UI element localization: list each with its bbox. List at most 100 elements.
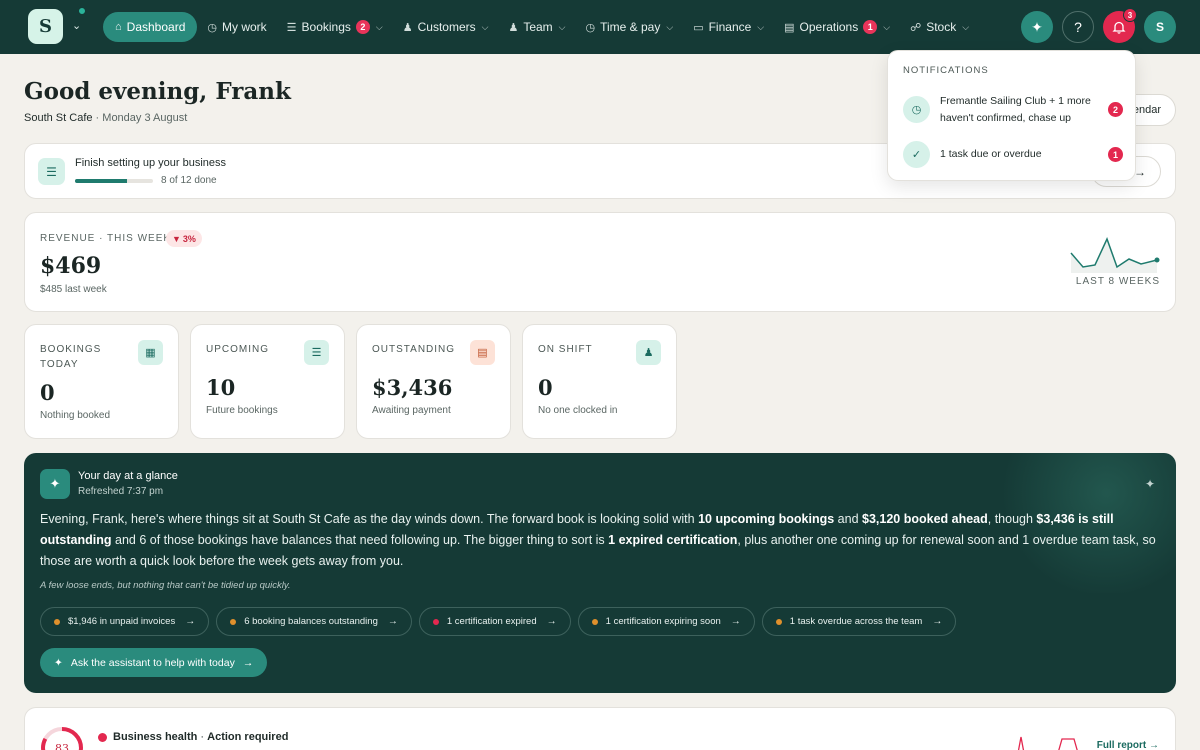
status-dot [775,618,782,625]
chip-label: 1 task overdue across the team [789,616,923,627]
chip-booking-balances[interactable]: 6 booking balances outstanding → [216,607,412,636]
bookings-count-badge: 2 [355,20,370,34]
sparkle-icon: ✦ [1031,18,1043,35]
calendar-icon: ▦ [138,340,163,365]
stat-card-bookings-today[interactable]: BOOKINGS TODAY ▦ 0 Nothing booked [24,324,179,439]
notifications-button[interactable]: 3 [1103,8,1137,43]
help-button[interactable]: ? [1062,11,1094,43]
notification-text: Fremantle Sailing Club + 1 more haven't … [940,95,1091,124]
nav-menu: ⌂ Dashboard ◷ My work ☰ Bookings 2 ⌵ ♟ C… [103,12,979,42]
ask-assistant-button[interactable]: ✦ Ask the assistant to help with today → [40,648,268,677]
business-switcher-chevron-icon[interactable]: ⌄ [72,19,81,32]
stat-value: 10 [206,375,236,400]
chip-unpaid-invoices[interactable]: $1,946 in unpaid invoices → [40,607,210,636]
top-nav: S ⌄ ⌂ Dashboard ◷ My work ☰ Bookings 2 ⌵… [0,0,1200,54]
day-at-a-glance-card: ✦ Your day at a glance Refreshed 7:37 pm… [24,453,1176,693]
notifications-heading: NOTIFICATIONS [903,65,989,76]
setup-title: Finish setting up your business [75,157,227,169]
invoice-icon: ▤ [470,340,495,365]
notification-count-badge: 1 [1108,147,1123,162]
check-icon: ✓ [903,141,930,168]
notification-item[interactable]: ✓ 1 task due or overdue 1 [903,141,1123,169]
online-status-dot [78,7,86,15]
nav-item-label: Dashboard [126,20,186,34]
nav-item-label: Time & pay [600,20,661,34]
arrow-right-icon: → [932,616,943,627]
page-subtitle: South St Cafe · Monday 3 August [24,112,188,124]
nav-item-bookings[interactable]: ☰ Bookings 2 ⌵ [277,12,393,42]
notification-count-badge: 2 [1108,102,1123,117]
stat-card-upcoming[interactable]: UPCOMING ☰ 10 Future bookings [190,324,345,439]
health-status: Business health · Action required [113,731,289,743]
business-name: South St Cafe [24,112,93,124]
operations-count-badge: 1 [863,20,878,34]
assistant-button[interactable]: ✦ [1021,11,1053,43]
revenue-card: REVENUE · THIS WEEK ▼ 3% $469 $485 last w… [24,212,1176,312]
stat-sub: Future bookings [206,405,278,416]
setup-progress-fill [75,179,127,183]
home-icon: ⌂ [115,21,122,33]
stat-label: ON SHIFT [538,344,593,355]
status-dot [54,618,60,625]
stat-sub: Awaiting payment [372,405,451,416]
nav-item-customers[interactable]: ♟ Customers ⌵ [393,12,499,42]
notifications-count-badge: 3 [1123,8,1137,22]
avatar[interactable]: S [1144,11,1176,43]
clock-icon: ◷ [207,21,217,34]
nav-item-dashboard[interactable]: ⌂ Dashboard [103,12,198,42]
full-report-link[interactable]: Full report → [1097,740,1159,750]
team-icon: ♟ [508,21,519,34]
clipboard-icon: ▤ [784,21,795,34]
summary-text: Evening, Frank, here's where things sit … [40,512,699,526]
notifications-popover: NOTIFICATIONS ◷ Fremantle Sailing Club +… [887,50,1136,181]
health-trend-sparkline [1018,736,1078,750]
chevron-down-icon: ⌵ [962,21,970,32]
glance-note: A few loose ends, but nothing that can't… [40,580,291,591]
stat-card-outstanding[interactable]: OUTSTANDING ▤ $3,436 Awaiting payment [356,324,511,439]
arrow-right-icon: → [242,656,254,669]
current-date: Monday 3 August [102,112,188,124]
help-icon: ? [1074,19,1082,35]
sparkle-icon: ✦ [40,469,70,499]
chip-label: $1,946 in unpaid invoices [68,616,176,627]
revenue-last-week: $485 last week [40,284,107,295]
stat-value: 0 [538,375,553,400]
arrow-right-icon: → [1149,740,1159,750]
regenerate-sparkle-icon[interactable]: ✦ [1145,477,1155,491]
logo-letter: S [39,16,52,37]
nav-item-label: Customers [417,20,476,34]
stat-sub: No one clocked in [538,405,618,416]
notification-item[interactable]: ◷ Fremantle Sailing Club + 1 more haven'… [903,95,1123,131]
revenue-value: $469 [40,253,102,279]
nav-item-finance[interactable]: ▭ Finance ⌵ [683,12,774,42]
arrow-right-icon: → [387,616,398,627]
chip-certification-expired[interactable]: 1 certification expired → [418,607,571,636]
stat-sub: Nothing booked [40,410,111,421]
arrow-down-icon: ▼ [172,233,181,244]
chip-certification-expiring[interactable]: 1 certification expiring soon → [577,607,755,636]
nav-item-team[interactable]: ♟ Team ⌵ [498,12,575,42]
nav-item-my-work[interactable]: ◷ My work [197,12,276,42]
full-report-label: Full report [1096,740,1147,750]
bell-icon [1112,21,1126,34]
status-dot [591,618,598,625]
stat-label: BOOKINGS TODAY [40,344,102,370]
business-health-card: 83 Business health · Action required Ful… [24,707,1176,750]
business-logo[interactable]: S [28,9,63,44]
nav-item-operations[interactable]: ▤ Operations 1 ⌵ [774,12,900,42]
status-dot [98,733,107,742]
health-score-value: 83 [55,742,69,750]
chevron-down-icon: ⌵ [558,21,566,32]
nav-item-stock[interactable]: ☍ Stock ⌵ [900,12,979,42]
nav-item-time-pay[interactable]: ◷ Time & pay ⌵ [576,12,684,42]
summary-highlight: 10 upcoming bookings [698,512,835,526]
list-icon: ☰ [304,340,329,365]
chip-task-overdue[interactable]: 1 task overdue across the team → [761,607,957,636]
users-icon: ♟ [402,21,413,34]
glance-refreshed-time: Refreshed 7:37 pm [78,486,164,497]
health-title: Business health [113,731,198,743]
calendar-button-label: endar [1132,104,1161,116]
nav-item-label: Bookings [301,20,351,34]
sparkle-icon: ✦ [54,656,63,669]
stat-card-on-shift[interactable]: ON SHIFT ♟ 0 No one clocked in [522,324,677,439]
